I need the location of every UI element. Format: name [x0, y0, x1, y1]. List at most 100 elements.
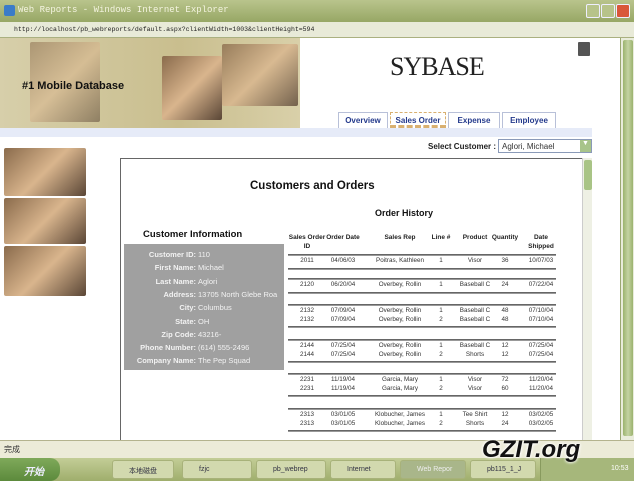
table-cell: 2313: [299, 419, 315, 427]
field-label: Customer ID:: [148, 250, 196, 259]
taskbar-item[interactable]: Internet: [330, 460, 396, 479]
report-title: Customers and Orders: [250, 180, 375, 192]
row-divider: [288, 291, 556, 294]
customer-field: City: Columbus: [124, 303, 284, 316]
table-cell: Klobucher, James: [374, 419, 426, 427]
table-cell: Baseball C: [459, 281, 491, 288]
address-bar[interactable]: http://localhost/pb_webreports/default.a…: [0, 22, 634, 38]
customer-field: Phone Number: (614) 555-2496: [124, 343, 284, 356]
customer-field: State: OH: [124, 317, 284, 330]
exit-icon[interactable]: [578, 42, 590, 56]
column-header: Order Date: [318, 233, 368, 242]
order-history-title: Order History: [375, 208, 434, 218]
header-text: Quantity: [491, 234, 519, 241]
table-cell: 03/02/05: [528, 411, 554, 418]
taskbar-item[interactable]: pb_webrep: [256, 460, 326, 479]
customer-field: Customer ID: 110: [124, 250, 284, 263]
side-photo: [4, 198, 86, 244]
field-value: (614) 555-2496: [198, 343, 250, 353]
table-cell: Baseball C: [459, 307, 491, 314]
table-cell: 1: [439, 257, 443, 264]
column-header: Quantity: [480, 233, 530, 242]
table-cell: 2: [439, 419, 443, 427]
header-text: Line #: [431, 234, 451, 241]
taskbar-item[interactable]: Web Repor: [400, 460, 466, 479]
customer-field: Zip Code: 43216-: [124, 330, 284, 343]
customer-field: Company Name: The Pep Squad: [124, 356, 284, 369]
table-cell: 2011: [300, 257, 314, 264]
field-label: Address:: [163, 289, 196, 299]
customer-select[interactable]: Aglori, Michael ▼: [498, 139, 592, 153]
table-cell: 03/01/05: [330, 419, 356, 427]
table-cell: Klobucher, James: [374, 411, 426, 418]
table-cell: 07/10/04: [528, 307, 554, 314]
table-cell: 07/25/04: [330, 350, 356, 358]
table-cell: 48: [501, 315, 509, 323]
tab-sales-order[interactable]: Sales Order: [390, 112, 446, 128]
table-cell: 06/20/04: [330, 281, 356, 288]
table-cell: 1: [439, 281, 443, 288]
row-divider: [288, 408, 556, 410]
row-divider: [288, 430, 556, 432]
field-label: First Name:: [154, 263, 196, 273]
maximize-button[interactable]: [601, 4, 615, 18]
minimize-button[interactable]: [586, 4, 600, 18]
start-button[interactable]: 开始: [0, 458, 60, 481]
tagline: #1 Mobile Database: [22, 80, 125, 92]
table-cell: 07/10/04: [528, 315, 554, 323]
table-cell: 11/19/04: [330, 376, 356, 383]
report-scrollbar[interactable]: [582, 158, 592, 442]
tab-overview[interactable]: Overview: [338, 112, 388, 128]
table-cell: 03/01/05: [330, 411, 356, 418]
field-label: Company Name:: [136, 356, 196, 366]
tab-expense[interactable]: Expense: [448, 112, 500, 128]
table-cell: 2144: [299, 350, 315, 358]
table-cell: 11/19/04: [330, 384, 356, 392]
field-value: 13705 North Glebe Roa: [198, 289, 278, 299]
table-cell: Baseball C: [459, 342, 491, 349]
table-cell: 2313: [299, 411, 315, 418]
table-cell: 2: [439, 384, 443, 392]
page-scrollbar[interactable]: [620, 38, 634, 440]
taskbar-item[interactable]: 本地磁盘: [112, 460, 174, 479]
row-divider: [288, 267, 556, 270]
table-cell: 1: [439, 411, 443, 418]
scroll-thumb[interactable]: [623, 40, 633, 436]
taskbar-item[interactable]: fzjc: [182, 460, 252, 479]
row-divider: [288, 361, 556, 363]
status-text: 完成: [4, 445, 20, 454]
table-cell: 07/25/04: [330, 342, 356, 349]
scroll-thumb[interactable]: [584, 160, 592, 190]
banner-photo: [162, 56, 222, 120]
table-cell: 48: [501, 307, 509, 314]
table-cell: 2132: [299, 307, 315, 314]
banner: #1 Mobile Database: [0, 38, 300, 128]
table-cell: 2231: [299, 384, 315, 392]
table-cell: 04/06/03: [330, 257, 356, 264]
table-cell: 2231: [299, 376, 315, 383]
chevron-down-icon[interactable]: ▼: [580, 140, 591, 152]
table-cell: 11/20/04: [528, 376, 554, 383]
table-cell: 07/09/04: [330, 315, 356, 323]
table-cell: Shorts: [465, 419, 485, 427]
customer-field: Address: 13705 North Glebe Roa: [124, 290, 284, 303]
field-value: OH: [198, 316, 210, 326]
field-value: 43216-: [198, 329, 222, 339]
table-cell: Poitras, Kathleen: [376, 257, 424, 264]
table-cell: 12: [501, 411, 509, 418]
table-cell: 2120: [299, 281, 315, 288]
table-cell: 11/20/04: [528, 384, 554, 392]
field-value: The Pep Squad: [198, 356, 251, 366]
close-button[interactable]: [616, 4, 630, 18]
title-bar: Web Reports - Windows Internet Explorer: [0, 0, 634, 22]
header-text: Order Date: [326, 234, 360, 241]
tab-employee[interactable]: Employee: [502, 112, 556, 128]
table-cell: 36: [501, 257, 509, 264]
row-divider: [288, 339, 556, 341]
table-cell: 24: [501, 281, 509, 288]
clock: 10:53: [611, 465, 629, 472]
table-cell: 2: [439, 350, 443, 358]
table-cell: 12: [501, 350, 509, 358]
customer-field: Last Name: Aglori: [124, 277, 284, 290]
table-cell: 2: [439, 315, 443, 323]
